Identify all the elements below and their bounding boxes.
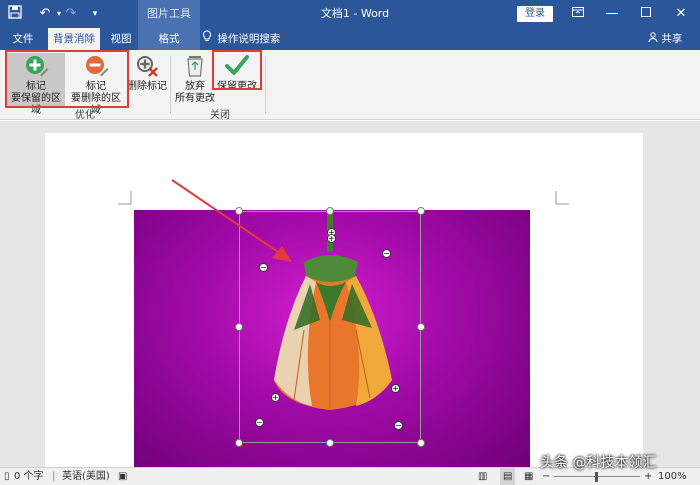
annotation-arrow-icon — [171, 179, 292, 262]
discard-label-2: 所有更改 — [175, 93, 215, 104]
margin-corner-mark — [555, 191, 569, 205]
ribbon-tabs: 文件 背景消除 视图 格式 操作说明搜索 共享 — [0, 28, 700, 50]
tab-background-removal[interactable]: 背景消除 — [48, 28, 100, 50]
remove-mark-icon[interactable]: − — [382, 249, 391, 258]
keep-mark-icon[interactable]: + — [391, 384, 400, 393]
macro-icon[interactable]: ▣ — [118, 468, 127, 485]
maximize-icon[interactable] — [629, 0, 663, 28]
group-separator-2 — [265, 56, 266, 114]
person-icon — [648, 32, 661, 45]
discard-label-1: 放弃 — [185, 81, 205, 92]
remove-mark-icon[interactable]: − — [255, 418, 264, 427]
page-indicator-icon[interactable]: ▯ — [4, 468, 10, 485]
ribbon-display-options-icon[interactable] — [561, 0, 595, 28]
delete-mark-icon — [134, 53, 160, 79]
tab-view[interactable]: 视图 — [104, 28, 138, 50]
resize-handle-top[interactable] — [326, 207, 334, 215]
tab-file[interactable]: 文件 — [6, 28, 40, 50]
customize-toolbar-icon[interactable]: ▾ — [86, 5, 104, 23]
word-count[interactable]: 0 个字 — [14, 468, 44, 485]
web-layout-icon[interactable]: ▦ — [524, 468, 533, 485]
delete-mark-button[interactable]: 删除标记 — [127, 53, 167, 107]
resize-handle-right[interactable] — [417, 323, 425, 331]
tell-me-label: 操作说明搜索 — [217, 33, 281, 45]
save-icon[interactable] — [6, 5, 24, 23]
keep-mark-icon[interactable]: + — [271, 393, 280, 402]
read-mode-icon[interactable]: ▥ — [478, 468, 487, 485]
remove-mark-icon[interactable]: − — [394, 421, 403, 430]
tell-me-search[interactable]: 操作说明搜索 — [202, 28, 280, 50]
group-close-label: 关闭 — [210, 110, 230, 121]
zoom-slider-thumb[interactable] — [595, 472, 598, 482]
watermark: 头条 @科技本领汇 — [540, 455, 657, 471]
resize-handle-bottom-left[interactable] — [235, 439, 243, 447]
close-icon[interactable]: ✕ — [664, 0, 698, 28]
keep-mark-icon[interactable]: + — [327, 234, 336, 243]
recycle-bin-icon — [182, 53, 208, 79]
context-group-title: 图片工具 — [138, 0, 200, 28]
vertical-scrollbar[interactable] — [686, 121, 700, 467]
print-layout-icon[interactable]: ▤ — [500, 468, 516, 485]
login-button[interactable]: 登录 — [517, 6, 553, 22]
redo-icon[interactable]: ↷ — [62, 5, 80, 23]
resize-handle-left[interactable] — [235, 323, 243, 331]
resize-handle-bottom[interactable] — [326, 439, 334, 447]
zoom-level[interactable]: 100% — [658, 468, 687, 485]
share-button[interactable]: 共享 — [648, 28, 682, 50]
document-title: 文档1 - Word — [320, 7, 390, 20]
ribbon: 标记 要保留的区域 标记 要删除的区域 删除标记 优化 放弃 所有更改 保留更改… — [0, 50, 700, 121]
tab-format[interactable]: 格式 — [138, 28, 200, 50]
resize-handle-bottom-right[interactable] — [417, 439, 425, 447]
minimize-icon[interactable]: — — [595, 0, 629, 28]
discard-all-changes-button[interactable]: 放弃 所有更改 — [175, 53, 215, 107]
group-separator — [170, 56, 171, 114]
separator: | — [52, 471, 56, 482]
language-indicator[interactable]: 英语(美国) — [62, 468, 110, 485]
margin-corner-mark — [118, 191, 132, 205]
delete-mark-label: 删除标记 — [127, 81, 167, 92]
title-bar: ↶ ▾ ↷ ▾ 图片工具 文档1 - Word 登录 — ✕ — [0, 0, 700, 28]
share-label: 共享 — [661, 33, 683, 45]
lightbulb-icon — [202, 28, 214, 50]
resize-handle-top-right[interactable] — [417, 207, 425, 215]
highlight-box-mark-buttons — [5, 50, 129, 108]
group-refine-label: 优化 — [75, 110, 95, 121]
highlight-box-keep-changes — [212, 50, 262, 90]
